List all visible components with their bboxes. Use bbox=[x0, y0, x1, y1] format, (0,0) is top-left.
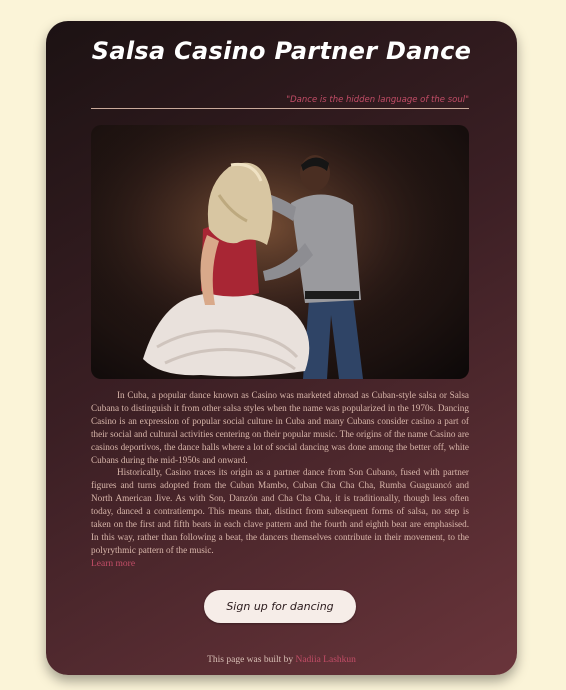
dancing-couple-illustration bbox=[91, 125, 469, 379]
paragraph-1: In Cuba, a popular dance known as Casino… bbox=[91, 390, 469, 465]
dance-photo bbox=[91, 125, 469, 379]
paragraph-2: Historically, Casino traces its origin a… bbox=[91, 467, 469, 555]
quote: "Dance is the hidden language of the sou… bbox=[286, 95, 469, 105]
page-title: Salsa Casino Partner Dance bbox=[91, 37, 472, 65]
article-text: In Cuba, a popular dance known as Casino… bbox=[91, 389, 469, 571]
signup-button[interactable]: Sign up for dancing bbox=[204, 590, 356, 623]
author-link[interactable]: Nadiia Lashkun bbox=[295, 655, 355, 665]
content-card: Salsa Casino Partner Dance "Dance is the… bbox=[46, 21, 517, 675]
footer-text: This page was built by bbox=[207, 655, 294, 665]
footer: This page was built by Nadiia Lashkun bbox=[46, 655, 517, 665]
learn-more-link[interactable]: Learn more bbox=[91, 558, 135, 571]
divider bbox=[91, 108, 469, 109]
